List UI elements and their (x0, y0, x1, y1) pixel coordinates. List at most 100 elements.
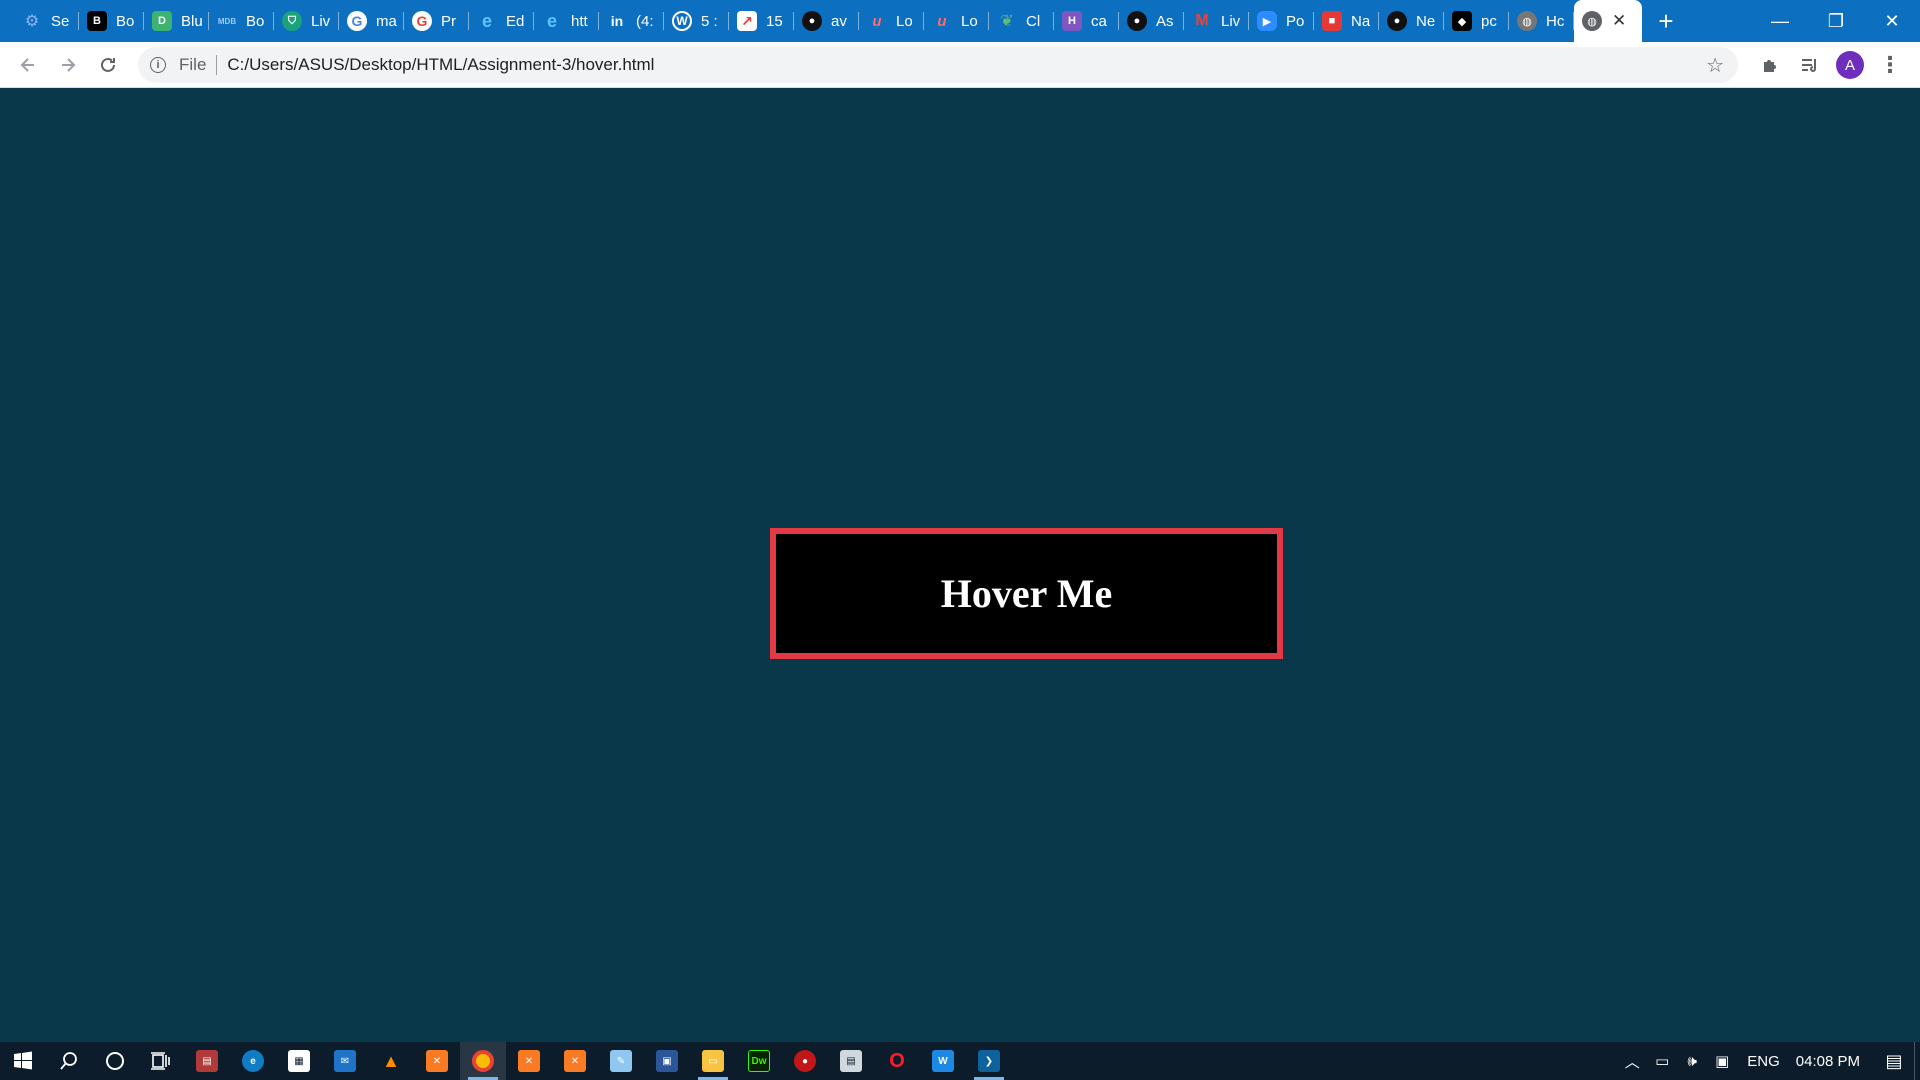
windows-taskbar: ▤ e ▦ ✉ ▲ ✕ ✕ ✕ ✎ ▣ ▭ Dw ● ▤ O W ❯ ︿ ▭ 🕪… (0, 1042, 1920, 1080)
edge-icon: e (546, 10, 557, 31)
chevron-up-icon[interactable]: ︿ (1617, 1051, 1647, 1072)
google-icon: G (412, 11, 432, 31)
linkedin-icon: in (610, 13, 624, 29)
store-icon[interactable]: ▦ (276, 1042, 322, 1080)
mail-icon[interactable]: ✉ (322, 1042, 368, 1080)
tab-11[interactable]: ↗ 15 (729, 0, 794, 42)
minimize-button[interactable]: — (1752, 0, 1808, 42)
window-controls: — ❐ ✕ (1752, 0, 1920, 42)
forward-arrow-icon (62, 57, 76, 72)
xampp-icon[interactable]: ✕ (506, 1042, 552, 1080)
tab-8[interactable]: e htt (534, 0, 599, 42)
avatar: A (1836, 51, 1864, 79)
tab-10[interactable]: W5 : (664, 0, 729, 42)
url-scheme: File (179, 55, 207, 74)
puzzle-icon: ◆ (1452, 11, 1472, 31)
task-view-icon[interactable] (138, 1042, 184, 1080)
edge-icon: e (481, 10, 492, 31)
search-icon[interactable] (46, 1042, 92, 1080)
show-desktop-button[interactable] (1914, 1042, 1920, 1080)
address-bar[interactable]: i File C:/Users/ASUS/Desktop/HTML/Assign… (138, 47, 1738, 83)
extensions-puzzle-icon[interactable] (1750, 45, 1790, 85)
github-icon: ● (1127, 11, 1147, 31)
leaf-icon: ❦ (1000, 13, 1014, 30)
app-icon[interactable]: W (920, 1042, 966, 1080)
tab-23[interactable]: ◍ Hc (1509, 0, 1574, 42)
vscode-icon[interactable]: ❯ (966, 1042, 1012, 1080)
language-indicator[interactable]: ENG (1747, 1053, 1780, 1070)
xampp-icon[interactable]: ✕ (552, 1042, 598, 1080)
word-icon[interactable]: ▣ (644, 1042, 690, 1080)
d-icon: D (152, 11, 172, 31)
h-icon: H (1062, 11, 1082, 31)
windows-start-icon[interactable] (0, 1042, 46, 1080)
tab-17[interactable]: ● As (1119, 0, 1184, 42)
browser-tab-strip: ⚙ Se B Bo D Blu MDB Bo ⛉ Liv Gma G Pr e Ed e htt… (0, 0, 1920, 42)
tab-20[interactable]: ■ Na (1314, 0, 1379, 42)
notepad-icon[interactable]: ✎ (598, 1042, 644, 1080)
tab-5[interactable]: Gma (339, 0, 404, 42)
tab-6[interactable]: G Pr (404, 0, 469, 42)
file-explorer-icon[interactable]: ▭ (690, 1042, 736, 1080)
github-icon: ● (1387, 11, 1407, 31)
clock[interactable]: 04:08 PM (1796, 1053, 1860, 1070)
tab-22[interactable]: ◆ pc (1444, 0, 1509, 42)
close-window-button[interactable]: ✕ (1864, 0, 1920, 42)
tab-4[interactable]: ⛉ Liv (274, 0, 339, 42)
settings-gear-icon: ⚙ (24, 13, 40, 30)
dreamweaver-icon[interactable]: Dw (736, 1042, 782, 1080)
notification-icon[interactable]: ▤ (1874, 1042, 1914, 1080)
tab-19[interactable]: ▶ Po (1249, 0, 1314, 42)
url-text[interactable]: C:/Users/ASUS/Desktop/HTML/Assignment-3/… (227, 55, 654, 75)
opera-icon[interactable]: O (874, 1042, 920, 1080)
cube-icon: ■ (1322, 11, 1342, 31)
tab-7[interactable]: e Ed (469, 0, 534, 42)
network-icon[interactable]: ▣ (1707, 1052, 1737, 1070)
cortana-icon[interactable] (92, 1042, 138, 1080)
udemy-icon: u (937, 12, 947, 30)
media-queue-icon[interactable] (1790, 45, 1830, 85)
back-arrow-icon (20, 57, 34, 72)
tab-9[interactable]: in (4: (599, 0, 664, 42)
volume-icon[interactable]: 🕪 (1677, 1053, 1707, 1070)
arrow-icon: ↗ (737, 11, 757, 31)
mdb-icon: MDB (217, 16, 237, 26)
menu-kebab-icon[interactable]: ⋮ (1870, 45, 1910, 85)
edge-icon[interactable]: e (230, 1042, 276, 1080)
tab-16[interactable]: Hca (1054, 0, 1119, 42)
github-icon: ● (802, 11, 822, 31)
hover-me-button[interactable]: Hover Me (770, 528, 1283, 659)
tab-12[interactable]: ● av (794, 0, 859, 42)
google-icon: G (347, 11, 367, 31)
forward-button[interactable] (48, 45, 88, 85)
vlc-icon[interactable]: ▲ (368, 1042, 414, 1080)
app-icon[interactable]: ▤ (828, 1042, 874, 1080)
app-icon[interactable]: ▤ (184, 1042, 230, 1080)
chrome-icon[interactable] (460, 1042, 506, 1080)
xampp-icon[interactable]: ✕ (414, 1042, 460, 1080)
tab-13[interactable]: u Lo (859, 0, 924, 42)
toolbar-right: A ⋮ (1750, 42, 1910, 88)
tab-0[interactable]: ⚙ Se (14, 0, 79, 42)
info-icon[interactable]: i (150, 57, 166, 73)
tab-18[interactable]: M Liv (1184, 0, 1249, 42)
tab-15[interactable]: ❦ Cl (989, 0, 1054, 42)
tab-14[interactable]: u Lo (924, 0, 989, 42)
new-tab-button[interactable]: + (1642, 0, 1690, 42)
tab-3[interactable]: MDB Bo (209, 0, 274, 42)
bookmark-star-icon[interactable]: ☆ (1706, 53, 1724, 78)
close-tab-icon[interactable]: ✕ (1612, 11, 1626, 31)
reload-button[interactable] (88, 45, 128, 85)
tab-21[interactable]: ● Ne (1379, 0, 1444, 42)
battery-icon[interactable]: ▭ (1647, 1052, 1677, 1070)
zoom-icon: ▶ (1257, 11, 1277, 31)
tab-list: ⚙ Se B Bo D Blu MDB Bo ⛉ Liv Gma G Pr e Ed e htt… (0, 0, 1690, 42)
tab-active[interactable]: ◍ ✕ (1574, 0, 1642, 42)
profile-avatar[interactable]: A (1830, 45, 1870, 85)
tab-1[interactable]: B Bo (79, 0, 144, 42)
back-button[interactable] (8, 45, 48, 85)
tab-2[interactable]: D Blu (144, 0, 209, 42)
shield-icon: ⛉ (282, 11, 302, 31)
app-icon[interactable]: ● (782, 1042, 828, 1080)
restore-button[interactable]: ❐ (1808, 0, 1864, 42)
